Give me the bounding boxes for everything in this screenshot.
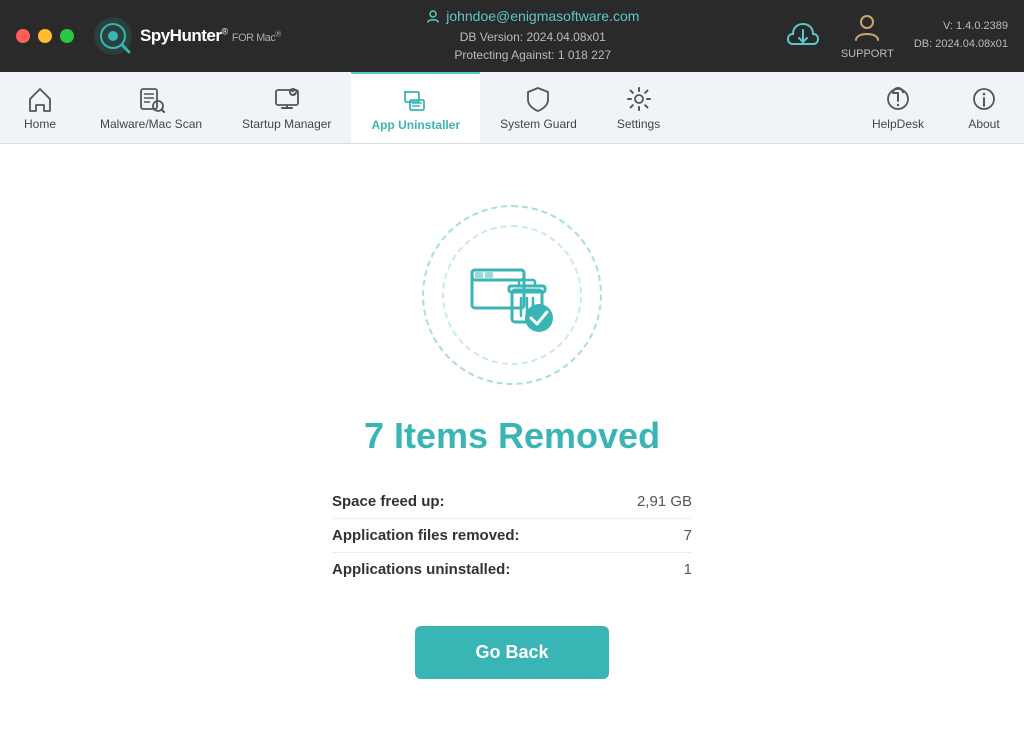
shield-icon	[524, 85, 552, 113]
about-icon	[970, 85, 998, 113]
stats-table: Space freed up: 2,91 GB Application file…	[332, 485, 692, 586]
user-email: johndoe@enigmasoftware.com	[426, 8, 639, 24]
uninstaller-nav-icon	[402, 86, 430, 114]
nav-item-system-guard[interactable]: System Guard	[480, 72, 597, 143]
helpdesk-icon	[884, 85, 912, 113]
version-info: V: 1.4.0.2389 DB: 2024.04.08x01	[914, 18, 1008, 53]
header-right: SUPPORT V: 1.4.0.2389 DB: 2024.04.08x01	[785, 12, 1008, 60]
nav-item-app-uninstaller[interactable]: App Uninstaller	[351, 72, 480, 143]
nav-bar: Home Malware/Mac Scan Startup Manager	[0, 72, 1024, 144]
window-controls	[16, 29, 74, 43]
main-content: 7 Items Removed Space freed up: 2,91 GB …	[0, 144, 1024, 740]
logo-area: SpyHunter® FOR Mac®	[94, 17, 281, 55]
header-center: johndoe@enigmasoftware.com DB Version: 2…	[281, 8, 785, 64]
stat-row-space: Space freed up: 2,91 GB	[332, 485, 692, 519]
nav-item-home[interactable]: Home	[0, 72, 80, 143]
result-icon-container	[422, 205, 602, 385]
stat-row-files: Application files removed: 7	[332, 519, 692, 553]
stat-row-apps: Applications uninstalled: 1	[332, 553, 692, 586]
nav-item-about[interactable]: About	[944, 72, 1024, 143]
user-icon	[426, 9, 440, 23]
uninstall-result-icon	[467, 250, 557, 340]
support-person-icon	[851, 12, 883, 44]
maximize-button[interactable]	[60, 29, 74, 43]
nav-item-settings[interactable]: Settings	[597, 72, 680, 143]
nav-item-helpdesk[interactable]: HelpDesk	[852, 72, 944, 143]
settings-icon	[625, 85, 653, 113]
title-bar: SpyHunter® FOR Mac® johndoe@enigmasoftwa…	[0, 0, 1024, 72]
nav-item-malware-scan[interactable]: Malware/Mac Scan	[80, 72, 222, 143]
logo-text-area: SpyHunter® FOR Mac®	[140, 26, 281, 46]
scan-icon	[137, 85, 165, 113]
go-back-button[interactable]: Go Back	[415, 626, 608, 679]
spyhunter-logo-icon	[94, 17, 132, 55]
result-icon-inner	[442, 225, 582, 365]
support-button[interactable]: SUPPORT	[841, 12, 894, 60]
result-title: 7 Items Removed	[364, 415, 660, 457]
nav-spacer	[680, 72, 852, 143]
startup-icon	[273, 85, 301, 113]
download-icon[interactable]	[785, 18, 821, 54]
db-info: DB Version: 2024.04.08x01 Protecting Aga…	[454, 28, 611, 64]
nav-item-startup-manager[interactable]: Startup Manager	[222, 72, 351, 143]
home-icon	[26, 85, 54, 113]
minimize-button[interactable]	[38, 29, 52, 43]
close-button[interactable]	[16, 29, 30, 43]
